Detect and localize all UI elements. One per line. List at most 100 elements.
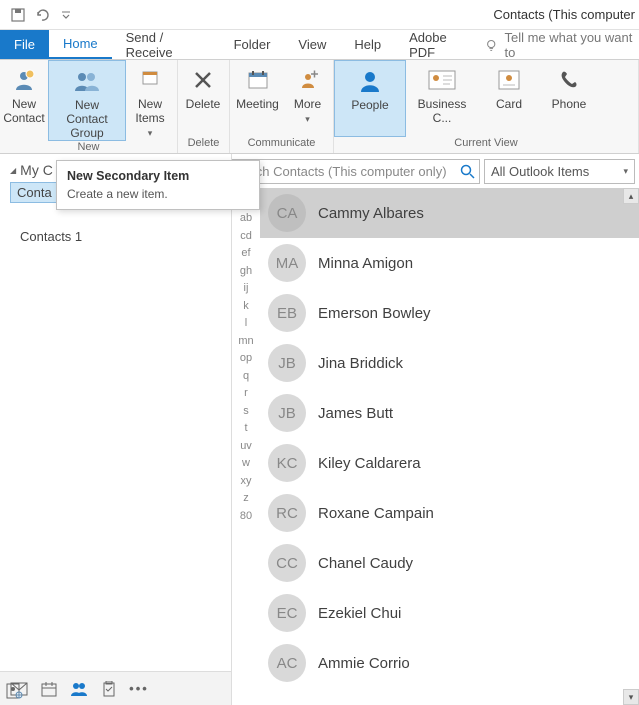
calendar-icon — [242, 64, 274, 96]
view-phone-label: Phone — [552, 98, 587, 112]
group-label-delete: Delete — [178, 137, 229, 153]
save-icon[interactable] — [6, 3, 30, 27]
more-nav-icon[interactable]: ••• — [130, 680, 148, 698]
body-area: My C Conta Contacts 1 ••• earch Contacts… — [0, 154, 639, 705]
view-card-label: Card — [496, 98, 522, 112]
tab-adobe-pdf[interactable]: Adobe PDF — [395, 30, 484, 59]
avatar: CC — [268, 544, 306, 582]
contact-row[interactable]: KCKiley Caldarera — [260, 438, 639, 488]
search-icon[interactable] — [459, 163, 475, 179]
contact-row[interactable]: CCChanel Caudy — [260, 538, 639, 588]
nav-folder-contacts-1[interactable]: Contacts 1 — [0, 223, 231, 250]
avatar: JB — [268, 344, 306, 382]
new-contact-group-button[interactable]: New Contact Group — [48, 60, 126, 141]
tab-home[interactable]: Home — [49, 30, 112, 59]
search-input[interactable]: earch Contacts (This computer only) — [232, 159, 480, 184]
contact-row[interactable]: ACAmmie Corrio — [260, 638, 639, 688]
more-button[interactable]: More▾ — [285, 60, 330, 137]
alpha-index[interactable]: 123abcdefghijklmnopqrstuvwxyz80 — [232, 188, 260, 705]
tooltip-new-items: New Secondary Item Create a new item. — [56, 160, 260, 210]
contact-name: Roxane Campain — [318, 505, 434, 522]
alpha-l[interactable]: l — [245, 315, 247, 333]
alpha-w[interactable]: w — [242, 455, 250, 473]
tab-file[interactable]: File — [0, 30, 49, 59]
tell-me-search[interactable]: Tell me what you want to — [484, 30, 639, 59]
undo-icon[interactable] — [30, 3, 54, 27]
group-label-new: New — [0, 141, 177, 153]
contact-row[interactable]: JBJames Butt — [260, 388, 639, 438]
alpha-z[interactable]: z — [243, 490, 249, 508]
meeting-button[interactable]: Meeting — [230, 60, 285, 137]
view-business-card-label: Business C... — [412, 98, 472, 126]
alpha-q[interactable]: q — [243, 367, 249, 385]
more-label: More▾ — [294, 98, 321, 126]
alpha-mn[interactable]: mn — [238, 332, 253, 350]
new-contact-button[interactable]: New Contact — [0, 60, 48, 141]
delete-x-icon — [187, 64, 219, 96]
alpha-ab[interactable]: ab — [240, 210, 252, 228]
avatar: CA — [268, 194, 306, 232]
contact-row[interactable]: JBJina Briddick — [260, 338, 639, 388]
tell-me-label: Tell me what you want to — [504, 30, 633, 60]
scroll-down-button[interactable]: ▾ — [623, 689, 639, 705]
alpha-80[interactable]: 80 — [240, 507, 252, 525]
contact-row[interactable]: EC Ezekiel Chui — [260, 588, 639, 638]
group-label-communicate: Communicate — [230, 137, 333, 153]
people-group-icon — [71, 65, 103, 97]
contact-row[interactable]: MAMinna Amigon — [260, 238, 639, 288]
tab-help[interactable]: Help — [340, 30, 395, 59]
people-nav-icon[interactable] — [70, 680, 88, 698]
tasks-nav-icon[interactable] — [100, 680, 118, 698]
contact-list[interactable]: ▴ ▾ CA Cammy Albares MAMinna AmigonEBEmers… — [260, 188, 639, 705]
contact-name: Cammy Albares — [318, 205, 424, 222]
filter-dropdown[interactable]: All Outlook Items ▾ — [484, 159, 635, 184]
alpha-r[interactable]: r — [244, 385, 248, 403]
new-items-button[interactable]: New Items ▾ — [126, 60, 174, 141]
tooltip-title: New Secondary Item — [67, 169, 249, 183]
calendar-nav-icon[interactable] — [40, 680, 58, 698]
alpha-gh[interactable]: gh — [240, 262, 252, 280]
avatar: EC — [268, 594, 306, 632]
contact-row[interactable]: EBEmerson Bowley — [260, 288, 639, 338]
quick-access-toolbar — [0, 3, 78, 27]
view-people-label: People — [351, 99, 388, 113]
tab-send-receive[interactable]: Send / Receive — [112, 30, 220, 59]
phone-icon — [553, 64, 585, 96]
scroll-up-button[interactable]: ▴ — [623, 188, 639, 204]
delete-button[interactable]: Delete — [178, 60, 228, 137]
alpha-xy[interactable]: xy — [241, 472, 252, 490]
alpha-uv[interactable]: uv — [240, 437, 252, 455]
view-business-card-button[interactable]: Business C... — [406, 60, 478, 137]
search-placeholder: earch Contacts (This computer only) — [237, 164, 447, 179]
contact-name: Ezekiel Chui — [318, 605, 401, 622]
navigation-footer: ••• — [0, 671, 231, 705]
alpha-ij[interactable]: ij — [244, 280, 249, 298]
ribbon-group-new: New Contact New Contact Group New Items … — [0, 60, 178, 153]
business-card-icon — [426, 64, 458, 96]
navigation-pane: My C Conta Contacts 1 ••• — [0, 154, 232, 705]
contact-row[interactable]: CA Cammy Albares — [260, 188, 639, 238]
avatar: JB — [268, 394, 306, 432]
tab-folder[interactable]: Folder — [220, 30, 285, 59]
qat-customize-icon[interactable] — [54, 3, 78, 27]
contact-row[interactable]: RCRoxane Campain — [260, 488, 639, 538]
view-people-button[interactable]: People — [334, 60, 406, 137]
view-phone-button[interactable]: Phone — [540, 60, 598, 137]
alpha-op[interactable]: op — [240, 350, 252, 368]
person-icon — [8, 64, 40, 96]
tooltip-body: Create a new item. — [67, 187, 249, 201]
alpha-t[interactable]: t — [244, 420, 247, 438]
new-items-icon — [134, 64, 166, 96]
new-items-label: New Items ▾ — [132, 98, 168, 139]
tab-view[interactable]: View — [284, 30, 340, 59]
alpha-cd[interactable]: cd — [240, 227, 252, 245]
alpha-k[interactable]: k — [243, 297, 249, 315]
view-card-button[interactable]: Card — [478, 60, 540, 137]
search-row: earch Contacts (This computer only) All … — [232, 154, 639, 188]
alpha-ef[interactable]: ef — [241, 245, 250, 263]
address-book-icon[interactable] — [0, 677, 28, 705]
contact-name: Ammie Corrio — [318, 655, 410, 672]
new-contact-group-label: New Contact Group — [55, 99, 119, 140]
ribbon-tabs: File Home Send / Receive Folder View Hel… — [0, 30, 639, 60]
alpha-s[interactable]: s — [243, 402, 249, 420]
